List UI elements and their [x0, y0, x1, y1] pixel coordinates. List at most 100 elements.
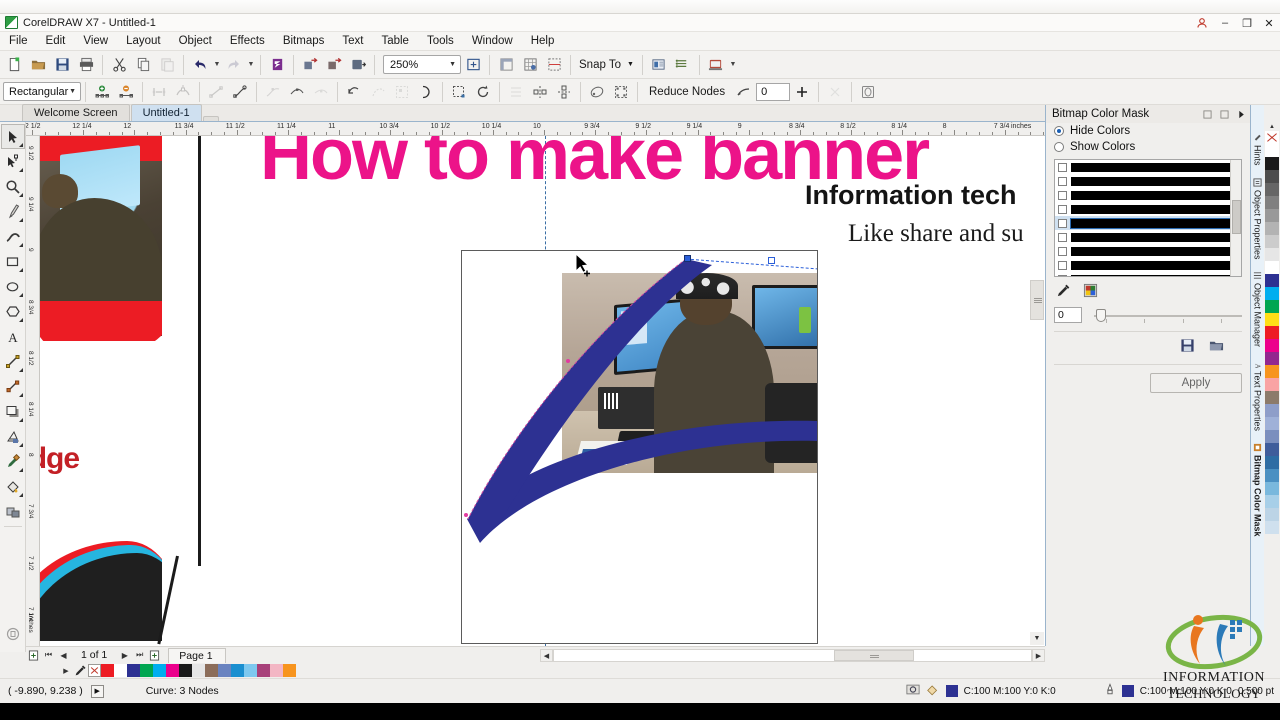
vertical-ruler[interactable]: 9 1/2 9 1/4 9 8 3/4 8 1/2 8 1/4 8 7 3/4 7 1/2 7 1… — [26, 136, 40, 646]
palette-color-swatch[interactable] — [1265, 261, 1279, 274]
mask-row-checkbox[interactable] — [1058, 190, 1067, 200]
scroll-right-button[interactable]: ▶ — [1032, 649, 1045, 662]
mask-row-color-swatch[interactable] — [1071, 176, 1239, 186]
tab-untitled-1[interactable]: Untitled-1 — [130, 104, 202, 121]
menu-tools[interactable]: Tools — [418, 33, 463, 49]
document-palette-swatch[interactable] — [179, 664, 192, 677]
open-document-icon[interactable] — [26, 53, 50, 77]
palette-color-swatch[interactable] — [1265, 196, 1279, 209]
next-page-icon[interactable]: ▶ — [117, 648, 132, 662]
palette-color-swatch[interactable] — [1265, 248, 1279, 261]
mask-list-scroll-thumb[interactable] — [1232, 200, 1241, 234]
mask-row-checkbox[interactable] — [1058, 162, 1067, 172]
palette-color-swatch[interactable] — [1265, 274, 1279, 287]
canvas-horizontal-scrollbar[interactable]: ◀ ▶ — [540, 649, 1045, 662]
export-icon[interactable] — [322, 53, 346, 77]
curve-smoothness-input[interactable]: 0 — [756, 82, 791, 101]
mask-color-row[interactable] — [1055, 216, 1241, 230]
mask-color-row[interactable] — [1055, 230, 1241, 244]
palette-color-swatch[interactable] — [1265, 209, 1279, 222]
chevron-down-icon[interactable]: ▼ — [627, 61, 634, 68]
new-document-tab-button[interactable] — [202, 116, 219, 121]
document-palette-swatch[interactable] — [166, 664, 179, 677]
menu-bitmaps[interactable]: Bitmaps — [274, 33, 334, 49]
mask-color-row[interactable] — [1055, 272, 1241, 276]
snapshot-icon[interactable] — [906, 683, 920, 699]
flyout-arrow-icon[interactable] — [18, 318, 23, 322]
selected-curve-object[interactable] — [462, 251, 818, 644]
mask-list-scrollbar[interactable] — [1230, 160, 1241, 276]
drop-shadow-tool-icon[interactable] — [1, 399, 25, 424]
palette-color-swatch[interactable] — [1265, 430, 1279, 443]
workspace-icon[interactable] — [704, 53, 728, 77]
color-mask-list[interactable] — [1054, 159, 1242, 277]
show-guidelines-icon[interactable] — [542, 53, 566, 77]
close-curve-icon[interactable] — [414, 80, 438, 104]
palette-color-swatch[interactable] — [1265, 508, 1279, 521]
curve-node-control[interactable] — [768, 257, 775, 264]
docker-tab-bitmap-color-mask[interactable]: Bitmap Color Mask — [1253, 437, 1263, 543]
palette-color-swatch[interactable] — [1265, 157, 1279, 170]
chevron-down-icon[interactable]: ▼ — [449, 61, 456, 68]
mask-row-color-swatch[interactable] — [1071, 246, 1239, 256]
palette-color-swatch[interactable] — [1265, 183, 1279, 196]
horizontal-scroll-thumb[interactable] — [834, 650, 914, 661]
smart-fill-tool-icon[interactable] — [1, 621, 25, 646]
document-palette-swatch[interactable] — [153, 664, 166, 677]
mask-row-checkbox[interactable] — [1058, 176, 1067, 186]
rectangle-tool-icon[interactable] — [1, 249, 25, 274]
palette-color-swatch[interactable] — [1265, 417, 1279, 430]
ellipse-tool-icon[interactable] — [1, 274, 25, 299]
canvas-tagline-text[interactable]: Like share and su — [848, 220, 1024, 248]
paste-icon[interactable] — [155, 53, 179, 77]
mask-row-checkbox[interactable] — [1058, 246, 1067, 256]
color-eyedropper-tool-icon[interactable] — [1, 449, 25, 474]
last-page-icon[interactable]: ⏭ — [132, 648, 147, 662]
document-palette-swatch[interactable] — [127, 664, 140, 677]
mask-color-row[interactable] — [1055, 202, 1241, 216]
artistic-media-tool-icon[interactable] — [1, 224, 25, 249]
publish-pdf-icon[interactable] — [346, 53, 370, 77]
add-page-before-icon[interactable] — [26, 648, 41, 662]
tolerance-input[interactable]: 0 — [1054, 307, 1082, 323]
show-colors-radio-row[interactable]: Show Colors — [1046, 139, 1250, 155]
scroll-left-button[interactable]: ◀ — [540, 649, 553, 662]
document-palette-swatch[interactable] — [257, 664, 270, 677]
apply-button[interactable]: Apply — [1150, 373, 1242, 393]
eyedropper-icon[interactable] — [1056, 283, 1071, 303]
mask-row-checkbox[interactable] — [1058, 218, 1067, 228]
flyout-arrow-icon[interactable] — [18, 218, 23, 222]
copy-icon[interactable] — [131, 53, 155, 77]
application-launcher-icon[interactable] — [265, 53, 289, 77]
document-palette-swatch[interactable] — [244, 664, 257, 677]
delete-node-icon[interactable] — [114, 80, 138, 104]
undo-dropdown-icon[interactable]: ▼ — [212, 53, 222, 77]
curve-node-bottom[interactable] — [464, 513, 468, 517]
wrap-text-icon[interactable] — [856, 80, 880, 104]
flyout-arrow-icon[interactable] — [18, 268, 23, 272]
palette-color-swatch[interactable] — [1265, 222, 1279, 235]
fill-tool-icon[interactable] — [1, 474, 25, 499]
show-grid-icon[interactable] — [518, 53, 542, 77]
document-palette-swatch[interactable] — [218, 664, 231, 677]
zoom-tool-icon[interactable] — [1, 174, 25, 199]
horizontal-scroll-track[interactable] — [553, 649, 1032, 662]
flyout-arrow-icon[interactable] — [18, 193, 23, 197]
redo-dropdown-icon[interactable]: ▼ — [246, 53, 256, 77]
pick-tool-icon[interactable] — [0, 124, 25, 149]
mask-row-checkbox[interactable] — [1058, 232, 1067, 242]
menu-text[interactable]: Text — [333, 33, 372, 49]
palette-color-swatch[interactable] — [1265, 313, 1279, 326]
polygon-tool-icon[interactable] — [1, 299, 25, 324]
undo-icon[interactable] — [188, 53, 212, 77]
show-rulers-icon[interactable] — [494, 53, 518, 77]
flyout-arrow-icon[interactable] — [18, 393, 23, 397]
stretch-nodes-icon[interactable] — [447, 80, 471, 104]
curve-smoothness-stepper-icon[interactable] — [790, 80, 814, 104]
document-palette-swatch[interactable] — [283, 664, 296, 677]
docker-tab-hints[interactable]: Hints — [1253, 127, 1263, 172]
palette-color-swatch[interactable] — [1265, 235, 1279, 248]
snap-to-dropdown[interactable]: Snap To ▼ — [575, 59, 638, 71]
cusp-node-icon[interactable] — [261, 80, 285, 104]
mask-row-checkbox[interactable] — [1058, 274, 1067, 276]
